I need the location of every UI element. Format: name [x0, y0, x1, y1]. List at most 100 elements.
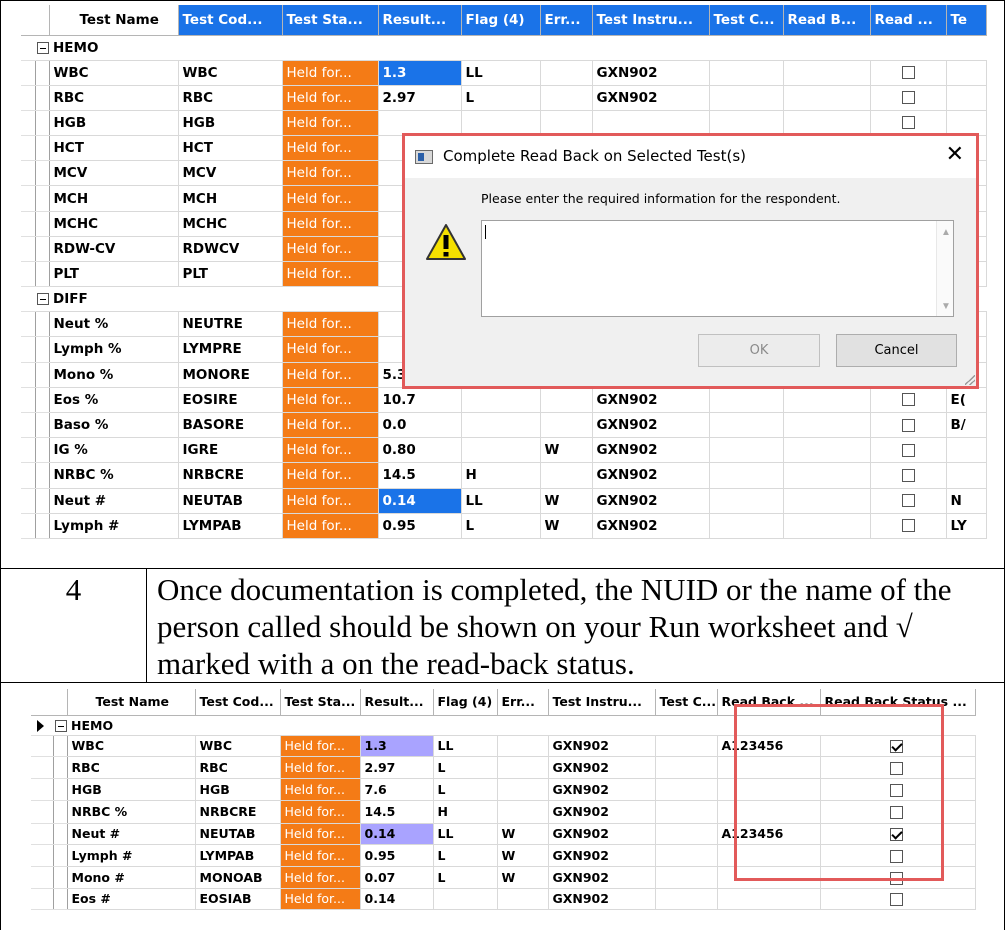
cell-test-extra: [946, 60, 987, 86]
cell-result[interactable]: 0.95: [360, 844, 434, 867]
column-header-col-instr[interactable]: Test Instru...: [548, 689, 656, 716]
respondent-textarea[interactable]: ▲ ▼: [481, 220, 954, 317]
column-header-col-flag[interactable]: Flag (4): [433, 689, 498, 716]
cell-test-c: [655, 823, 718, 846]
table-row[interactable]: IG % IGRE Held for... 0.80 W GXN902: [21, 437, 987, 464]
row-gutter: [21, 286, 35, 313]
column-header-col-name[interactable]: Test Name: [49, 5, 179, 36]
group-row[interactable]: HEMO: [21, 35, 986, 61]
column-header-col-status[interactable]: Test Sta...: [280, 689, 361, 716]
cell-test-status: Held for...: [282, 185, 379, 212]
cell-flag: L: [461, 85, 541, 111]
cell-error: W: [540, 488, 593, 514]
scroll-up-icon[interactable]: ▲: [941, 227, 951, 238]
column-header-col-status[interactable]: Test Sta...: [282, 5, 379, 36]
read-back-checkbox[interactable]: [901, 66, 915, 80]
cell-result[interactable]: 1.3: [378, 60, 462, 86]
table-row[interactable]: Eos % EOSIRE Held for... 10.7 GXN902 E(: [21, 387, 987, 413]
read-back-checkbox[interactable]: [901, 519, 915, 533]
close-icon[interactable]: ✕: [946, 142, 964, 167]
cell-test-code: NRBCRE: [178, 462, 283, 489]
cell-result[interactable]: 2.97: [360, 756, 434, 779]
column-header-col-flag[interactable]: Flag (4): [461, 5, 541, 36]
cell-result[interactable]: 0.14: [360, 888, 434, 911]
cell-result[interactable]: 10.7: [378, 387, 462, 413]
cell-instrument: GXN902: [592, 412, 710, 439]
column-header-col-instr[interactable]: Test Instru...: [592, 5, 710, 36]
cell-result[interactable]: [378, 110, 462, 137]
column-header-col-code[interactable]: Test Cod...: [178, 5, 283, 36]
table-row[interactable]: Neut # NEUTAB Held for... 0.14 LL W GXN902 N: [21, 488, 987, 514]
cell-flag: LL: [433, 735, 498, 758]
cell-result[interactable]: 2.97: [378, 85, 462, 111]
ok-button[interactable]: OK: [698, 334, 820, 367]
read-back-checkbox[interactable]: [901, 494, 915, 508]
cell-error: [540, 412, 593, 439]
cell-error: [497, 888, 549, 911]
row-indent: [35, 211, 50, 237]
cell-result[interactable]: 7.6: [360, 778, 434, 801]
read-back-checkbox[interactable]: [901, 468, 915, 482]
table-row[interactable]: RBC RBC Held for... 2.97 L GXN902: [21, 85, 987, 111]
table-row[interactable]: NRBC % NRBCRE Held for... 14.5 H GXN902: [21, 462, 987, 489]
cell-result[interactable]: 0.07: [360, 866, 434, 889]
column-header-col-readb[interactable]: Read B...: [783, 5, 871, 36]
cell-flag: [461, 437, 541, 464]
read-back-checkbox[interactable]: [901, 443, 915, 457]
textarea-scrollbar[interactable]: ▲ ▼: [936, 221, 953, 316]
cell-result[interactable]: 1.3: [360, 735, 434, 758]
table-row[interactable]: Eos # EOSIAB Held for... 0.14 GXN902: [31, 888, 976, 911]
row-gutter: [21, 412, 36, 439]
read-back-checkbox[interactable]: [901, 393, 915, 407]
table-row[interactable]: Baso % BASORE Held for... 0.0 GXN902 B/: [21, 412, 987, 439]
table-row[interactable]: WBC WBC Held for... 1.3 LL GXN902: [21, 60, 987, 86]
cell-instrument: GXN902: [592, 387, 710, 413]
column-header-col-result[interactable]: Result...: [378, 5, 462, 36]
collapse-icon[interactable]: [37, 41, 49, 54]
row-gutter: [31, 866, 54, 889]
table-row[interactable]: HGB HGB Held for...: [21, 110, 987, 137]
column-header-col-result[interactable]: Result...: [360, 689, 434, 716]
cell-result[interactable]: 0.14: [378, 488, 462, 514]
cell-result[interactable]: 0.80: [378, 437, 462, 464]
row-indent: [53, 778, 68, 801]
column-header-col-err[interactable]: Err...: [497, 689, 549, 716]
read-back-checkbox[interactable]: [901, 116, 915, 130]
cell-result[interactable]: 0.0: [378, 412, 462, 439]
cell-test-status: Held for...: [280, 888, 361, 911]
cell-read-status: [870, 110, 947, 137]
row-gutter: [21, 236, 36, 263]
resize-grip-icon[interactable]: [965, 375, 975, 385]
column-header-col-read[interactable]: Read ...: [870, 5, 947, 36]
cell-test-code: LYMPAB: [178, 513, 283, 539]
read-back-checkbox[interactable]: [889, 893, 903, 907]
table-row[interactable]: Lymph # LYMPAB Held for... 0.95 L W GXN902 LY: [21, 513, 987, 539]
cancel-button[interactable]: Cancel: [836, 334, 957, 367]
column-header-col-err[interactable]: Err...: [540, 5, 593, 36]
column-header-col-testc[interactable]: Test C...: [655, 689, 718, 716]
read-back-checkbox[interactable]: [901, 91, 915, 105]
column-header-col-code[interactable]: Test Cod...: [195, 689, 281, 716]
cell-test-code: IGRE: [178, 437, 283, 464]
scroll-down-icon[interactable]: ▼: [941, 301, 951, 312]
cell-test-extra: [946, 462, 987, 489]
cell-result[interactable]: 14.5: [378, 462, 462, 489]
collapse-icon[interactable]: [37, 293, 49, 306]
column-header-col-testc[interactable]: Test C...: [709, 5, 784, 36]
read-back-checkbox[interactable]: [901, 418, 915, 432]
collapse-icon[interactable]: [55, 720, 67, 732]
column-header-col-te[interactable]: Te: [946, 5, 987, 36]
group-header[interactable]: HEMO: [35, 35, 986, 61]
cell-test-name: Neut #: [49, 488, 179, 514]
cell-result[interactable]: 14.5: [360, 800, 434, 824]
cell-test-c: [709, 412, 784, 439]
cell-result[interactable]: 0.14: [360, 823, 434, 846]
cell-test-status: Held for...: [282, 488, 379, 514]
cell-read-status: [870, 412, 947, 439]
row-selector[interactable]: [31, 715, 53, 736]
cell-instrument: GXN902: [548, 866, 656, 889]
column-header-col-name[interactable]: Test Name: [67, 689, 196, 716]
cell-test-c: [655, 844, 718, 867]
cell-result[interactable]: 0.95: [378, 513, 462, 539]
cell-test-c: [655, 778, 718, 801]
